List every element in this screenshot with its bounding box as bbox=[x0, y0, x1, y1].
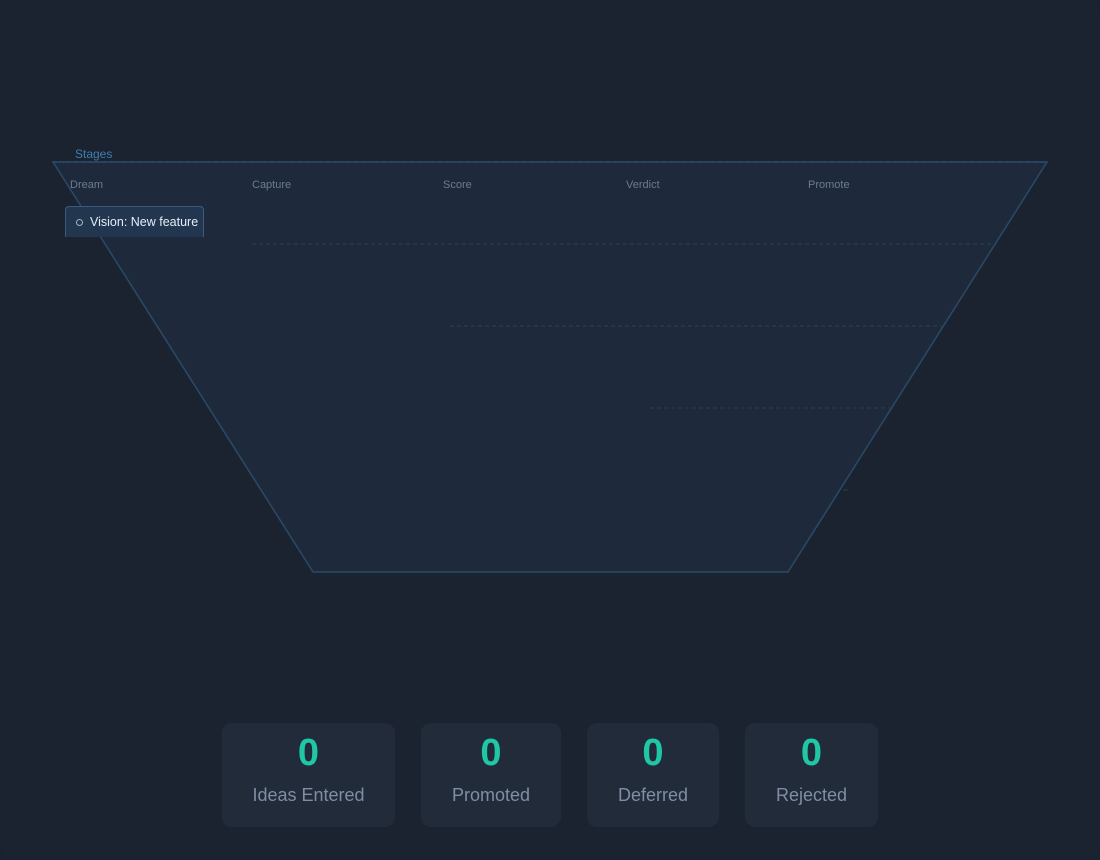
stage-label-promote: Promote bbox=[808, 179, 850, 191]
circle-icon bbox=[76, 218, 83, 226]
stat-card-promoted: 0 Promoted bbox=[421, 723, 561, 827]
stages-heading: Stages bbox=[75, 147, 113, 161]
stage-label-dream: Dream bbox=[70, 179, 104, 191]
stage-label-verdict: Verdict bbox=[626, 179, 660, 191]
stat-card-ideas-entered: 0 Ideas Entered bbox=[222, 723, 395, 827]
stage-label-capture: Capture bbox=[252, 179, 292, 191]
stage-label-score: Score bbox=[443, 179, 472, 191]
stat-value-ideas-entered: 0 bbox=[297, 732, 320, 774]
idea-card[interactable]: Vision: New feature bbox=[65, 206, 204, 237]
stat-value-deferred: 0 bbox=[642, 732, 664, 774]
stat-card-rejected: 0 Rejected bbox=[745, 723, 878, 827]
stat-value-promoted: 0 bbox=[480, 732, 502, 774]
idea-card-label: Vision: New feature bbox=[90, 215, 199, 229]
app-window: Stages Dream Capture Score Verdict Promo… bbox=[0, 0, 1100, 860]
stat-label-rejected: Rejected bbox=[775, 785, 848, 805]
stat-value-rejected: 0 bbox=[800, 732, 823, 774]
stat-label-ideas-entered: Ideas Entered bbox=[252, 785, 365, 805]
stat-label-deferred: Deferred bbox=[617, 785, 689, 805]
stat-card-deferred: 0 Deferred bbox=[587, 723, 719, 827]
stat-label-promoted: Promoted bbox=[451, 785, 531, 805]
